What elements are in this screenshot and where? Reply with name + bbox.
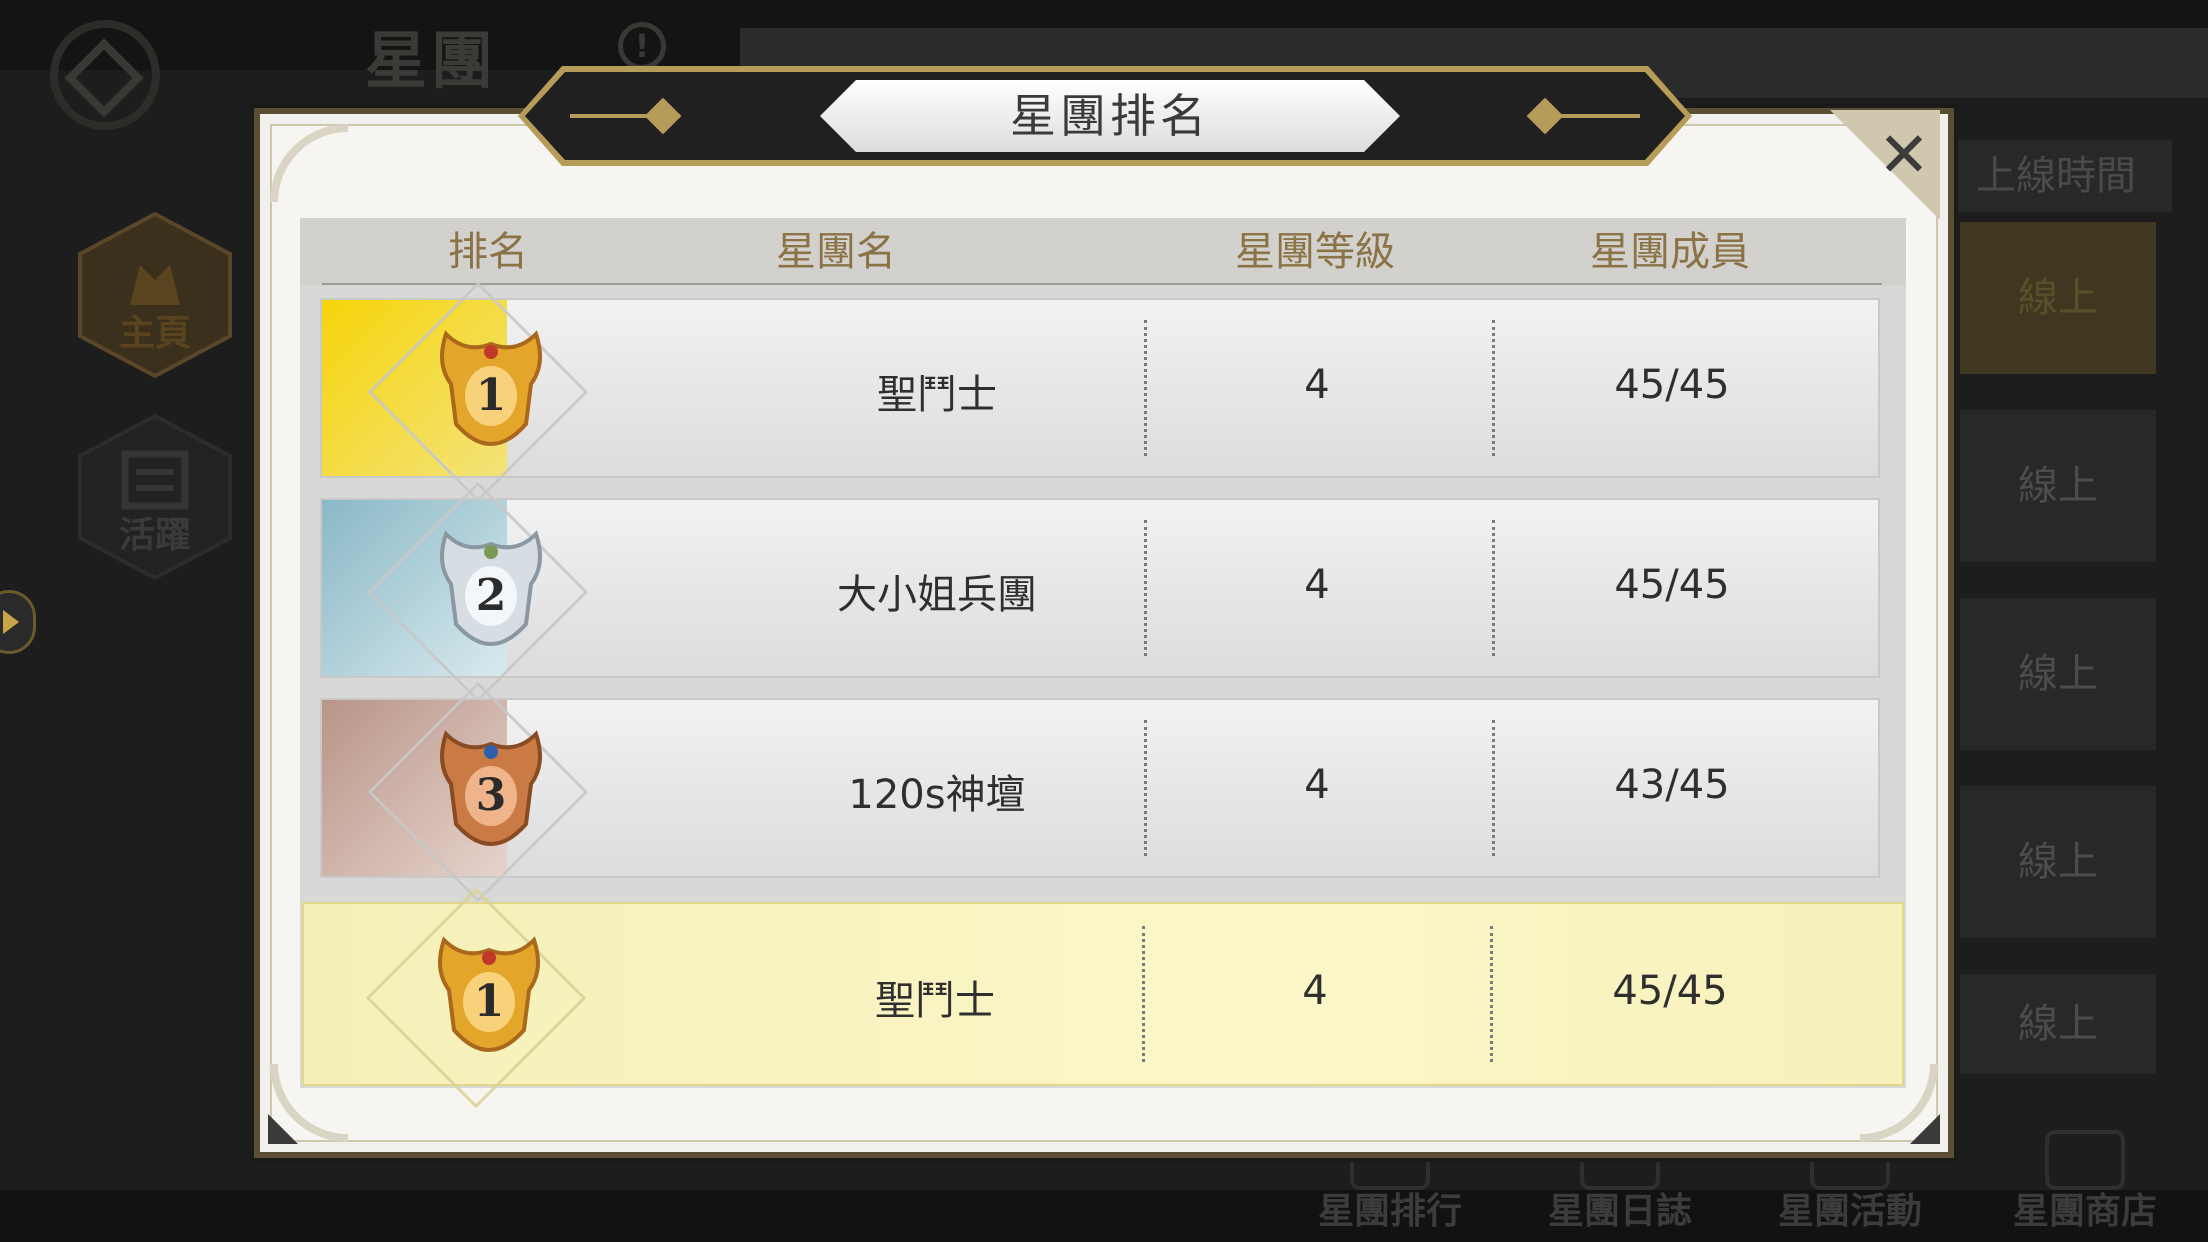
column-divider — [1142, 926, 1145, 1062]
column-divider — [1144, 720, 1147, 856]
expand-arrow-icon[interactable] — [0, 590, 36, 654]
sidebar-item-label: 活躍 — [118, 515, 191, 556]
rank-number: 2 — [475, 570, 507, 621]
online-status: 線上 — [1960, 974, 2156, 1074]
corner-ornament-icon — [270, 124, 349, 203]
guild-level: 4 — [1304, 762, 1330, 808]
guild-level: 4 — [1304, 362, 1330, 408]
rank-number: 1 — [475, 370, 507, 421]
back-arrow-icon — [64, 38, 144, 118]
shop-icon — [2045, 1130, 2125, 1190]
bronze-medal-icon: 3 — [416, 714, 566, 864]
bottom-nav-label: 星團活動 — [1777, 1191, 1922, 1232]
guild-level: 4 — [1304, 562, 1330, 608]
column-divider — [1492, 720, 1495, 856]
sidebar-item-activity[interactable]: 活躍 — [70, 412, 240, 582]
rank-number: 1 — [473, 976, 505, 1027]
table-row[interactable]: 2 大小姐兵團 4 45/45 — [320, 481, 1880, 703]
online-status: 線上 — [1960, 598, 2156, 750]
online-status: 線上 — [1960, 222, 2156, 374]
column-header-level: 星團等級 — [1235, 229, 1395, 275]
online-status: 線上 — [1960, 786, 2156, 938]
own-guild-row[interactable]: 1 聖鬥士 4 45/45 — [302, 887, 1904, 1109]
guild-name: 聖鬥士 — [877, 372, 997, 418]
guild-name: 大小姐兵團 — [837, 572, 1037, 618]
column-divider — [1144, 320, 1147, 456]
column-divider — [1492, 320, 1495, 456]
rank-number: 3 — [475, 770, 507, 821]
online-status: 線上 — [1960, 410, 2156, 562]
screen-title: 星團 — [365, 24, 498, 97]
guild-name: 120s神壇 — [848, 772, 1026, 818]
online-time-header: 上線時間 — [1940, 140, 2172, 212]
close-button[interactable]: ✕ — [1830, 110, 1940, 220]
column-divider — [1492, 520, 1495, 656]
bottom-nav-label: 星團排行 — [1317, 1191, 1462, 1232]
header-divider — [322, 283, 1882, 285]
gold-medal-icon: 1 — [414, 920, 564, 1070]
bottom-nav-label: 星團商店 — [2012, 1191, 2157, 1232]
guild-name: 聖鬥士 — [875, 978, 995, 1024]
back-button[interactable] — [50, 20, 160, 130]
silver-medal-icon: 2 — [416, 514, 566, 664]
guild-members: 45/45 — [1612, 968, 1728, 1014]
column-divider — [1144, 520, 1147, 656]
close-icon: ✕ — [1878, 118, 1930, 191]
gold-medal-icon: 1 — [416, 314, 566, 464]
table-row[interactable]: 3 120s神壇 4 43/45 — [320, 681, 1880, 903]
bottom-nav-label: 星團日誌 — [1547, 1191, 1692, 1232]
guild-level: 4 — [1302, 968, 1328, 1014]
dialog-title: 星團排名 — [1010, 89, 1210, 143]
sidebar-item-home[interactable]: 主頁 — [70, 210, 240, 380]
guild-members: 45/45 — [1614, 362, 1730, 408]
guild-members: 45/45 — [1614, 562, 1730, 608]
column-divider — [1490, 926, 1493, 1062]
bottom-nav-shop[interactable]: 星團商店 — [1985, 1130, 2185, 1242]
sidebar-item-label: 主頁 — [118, 313, 191, 354]
column-header-rank: 排名 — [448, 229, 528, 275]
column-header-members: 星團成員 — [1590, 229, 1750, 275]
guild-members: 43/45 — [1614, 762, 1730, 808]
column-header-name: 星團名 — [776, 229, 896, 275]
info-icon[interactable]: ! — [618, 22, 666, 70]
table-row[interactable]: 1 聖鬥士 4 45/45 — [320, 281, 1880, 503]
